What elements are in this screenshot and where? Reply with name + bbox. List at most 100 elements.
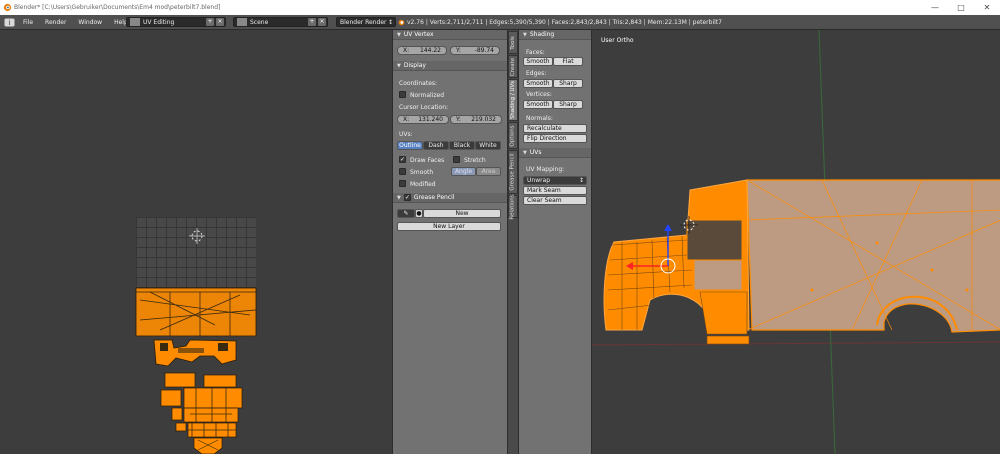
grease-pencil-title: Grease Pencil <box>413 194 455 201</box>
tool-shelf: ▼ Shading Faces: Smooth Flat Edges: Smoot… <box>518 30 592 454</box>
chevron-updown-icon: ↕ <box>387 18 393 26</box>
flip-direction-button[interactable]: Flip Direction <box>523 134 587 143</box>
draw-faces-checkbox[interactable]: ✓ <box>399 156 406 163</box>
edges-sharp-button[interactable]: Sharp <box>553 79 583 88</box>
uv-vertex-y-field[interactable]: Y: -89.74 <box>450 46 500 55</box>
remove-scene-icon[interactable]: × <box>318 18 326 26</box>
tab-tools[interactable]: Tools <box>508 31 518 54</box>
3d-viewport[interactable]: User Ortho <box>591 30 1000 454</box>
uv-image-editor[interactable] <box>0 30 392 454</box>
uv-properties-panel: ▼ UV Vertex X: 144.22 Y: -89.74 ▼ Display Co… <box>392 30 508 454</box>
mesh-view[interactable] <box>592 30 1000 454</box>
screen-layout-selector[interactable]: UV Editing + × <box>126 17 226 27</box>
minimize-icon[interactable]: — <box>922 0 948 15</box>
screen-layout-value: UV Editing <box>143 18 175 26</box>
tab-create[interactable]: Create <box>508 55 518 78</box>
cursor-x-field[interactable]: X: 131.240 <box>397 115 449 124</box>
unwrap-menu[interactable]: Unwrap ↕ <box>523 176 587 185</box>
vertices-sharp-button[interactable]: Sharp <box>553 100 583 109</box>
uv-vertex-title: UV Vertex <box>403 31 434 38</box>
add-screen-icon[interactable]: + <box>206 18 214 26</box>
uvs-header[interactable]: ▼ UVs <box>519 148 592 158</box>
scene-value: Scene <box>250 18 269 26</box>
tab-grease-pencil[interactable]: Grease Pencil <box>508 150 518 194</box>
uv-black-button[interactable]: Black <box>449 141 475 150</box>
uv-cursor-icon <box>189 228 205 244</box>
menu-file[interactable]: File <box>23 19 33 26</box>
cursor-x-label: X: <box>403 116 410 123</box>
window-title: Blender* [C:\Users\Gebruiker\Documents\E… <box>14 4 221 11</box>
stretch-label: Stretch <box>464 157 486 164</box>
stretch-angle-button[interactable]: Angle <box>451 167 476 176</box>
add-scene-icon[interactable]: + <box>308 18 316 26</box>
browse-datablock-icon[interactable]: ● <box>415 209 423 218</box>
uv-y-value: -89.74 <box>474 47 494 54</box>
stretch-checkbox[interactable] <box>453 156 460 163</box>
uvs-title: UVs <box>529 149 542 156</box>
modified-checkbox[interactable] <box>399 180 406 187</box>
screen-layout-icon <box>130 18 140 26</box>
uv-white-button[interactable]: White <box>475 141 501 150</box>
draw-faces-label: Draw Faces <box>410 157 445 164</box>
smooth-label: Smooth <box>410 169 434 176</box>
uv-y-label: Y: <box>456 47 461 54</box>
cursor-y-field[interactable]: Y: 219.032 <box>450 115 502 124</box>
faces-flat-button[interactable]: Flat <box>553 57 583 66</box>
tab-shading-uvs[interactable]: Shading / UVs <box>508 79 518 121</box>
render-engine-selector[interactable]: Blender Render ↕ <box>336 17 396 27</box>
uv-islands[interactable] <box>0 30 392 454</box>
vertices-label: Vertices: <box>526 91 552 98</box>
svg-text:i: i <box>9 19 11 27</box>
unwrap-label: Unwrap <box>527 177 551 184</box>
mark-seam-button[interactable]: Mark Seam <box>523 186 587 195</box>
menu-render[interactable]: Render <box>45 19 66 26</box>
new-layer-button[interactable]: New Layer <box>397 222 501 231</box>
cursor-location-label: Cursor Location: <box>399 104 449 111</box>
grease-pencil-checkbox[interactable]: ✓ <box>403 194 411 201</box>
scene-selector[interactable]: Scene + × <box>233 17 328 27</box>
display-header[interactable]: ▼ Display <box>393 61 508 71</box>
x-axis-line <box>592 341 1000 346</box>
grease-pencil-header[interactable]: ▼ ✓ Grease Pencil <box>393 193 508 203</box>
scene-icon <box>237 18 247 26</box>
shading-header[interactable]: ▼ Shading <box>519 30 591 40</box>
blender-logo-small-icon <box>398 19 405 26</box>
smooth-checkbox[interactable] <box>399 168 406 175</box>
normals-label: Normals: <box>526 115 553 122</box>
scene-stats: v2.76 | Verts:2,711/2,711 | Edges:5,390/… <box>407 19 722 26</box>
tab-options[interactable]: Options <box>508 122 518 149</box>
uv-x-label: X: <box>403 47 410 54</box>
vertices-smooth-button[interactable]: Smooth <box>523 100 553 109</box>
shading-title: Shading <box>529 31 555 38</box>
window-titlebar: Blender* [C:\Users\Gebruiker\Documents\E… <box>0 0 1000 15</box>
chevron-updown-icon: ↕ <box>578 177 584 184</box>
recalculate-button[interactable]: Recalculate <box>523 124 587 133</box>
uv-outline-button[interactable]: Outline <box>397 141 423 150</box>
menu-window[interactable]: Window <box>78 19 102 26</box>
uv-x-value: 144.22 <box>420 47 441 54</box>
uv-mapping-label: UV Mapping: <box>526 166 565 173</box>
pencil-icon[interactable]: ✎ <box>397 209 415 218</box>
coordinates-label: Coordinates: <box>399 80 438 87</box>
faces-smooth-button[interactable]: Smooth <box>523 57 553 66</box>
stretch-area-button[interactable]: Area <box>476 167 501 176</box>
close-icon[interactable]: ✕ <box>974 0 1000 15</box>
render-engine-value: Blender Render <box>340 18 387 26</box>
uv-dash-button[interactable]: Dash <box>423 141 449 150</box>
edges-smooth-button[interactable]: Smooth <box>523 79 553 88</box>
faces-label: Faces: <box>526 49 545 56</box>
display-title: Display <box>403 62 426 69</box>
normalized-checkbox[interactable] <box>399 91 406 98</box>
blender-window: Blender* [C:\Users\Gebruiker\Documents\E… <box>0 0 1000 454</box>
edges-label: Edges: <box>526 70 547 77</box>
info-editor-icon[interactable]: i <box>4 18 15 27</box>
remove-screen-icon[interactable]: × <box>216 18 224 26</box>
uv-vertex-header[interactable]: ▼ UV Vertex <box>393 30 507 40</box>
uvs-label: UVs: <box>399 131 413 138</box>
maximize-icon[interactable]: □ <box>948 0 974 15</box>
grease-pencil-new-button[interactable]: New <box>423 209 501 218</box>
normalized-label: Normalized <box>410 92 445 99</box>
clear-seam-button[interactable]: Clear Seam <box>523 196 587 205</box>
tab-relations[interactable]: Relations <box>508 194 518 219</box>
uv-vertex-x-field[interactable]: X: 144.22 <box>397 46 447 55</box>
